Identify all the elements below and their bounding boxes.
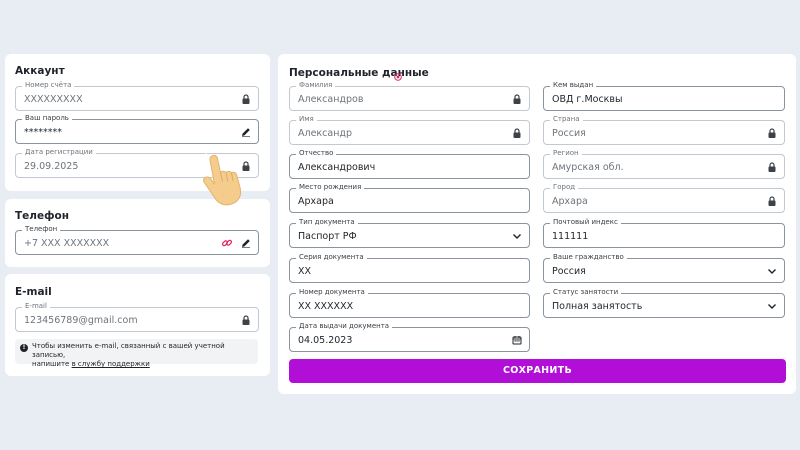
password-value: ******** (24, 127, 62, 138)
postal-code-value: 111111 (552, 231, 589, 242)
region-field[interactable]: Регион Амурская обл. (543, 149, 785, 179)
city-label: Город (550, 183, 579, 192)
account-number-label: Номер счёта (22, 81, 75, 90)
city-value: Архара (552, 196, 588, 207)
personal-data-title: Персональные данные (289, 67, 429, 79)
employment-status-value: Полная занятость (552, 301, 643, 312)
email-title: E-mail (15, 286, 52, 298)
support-link[interactable]: в службу поддержки (72, 360, 150, 368)
document-series-field[interactable]: Серия документа XX (289, 253, 530, 283)
employment-status-label: Статус занятости (550, 288, 622, 297)
birthplace-field[interactable]: Место рождения Архара (289, 183, 530, 213)
lock-icon (766, 195, 778, 207)
document-type-select[interactable]: Тип документа Паспорт РФ (289, 218, 530, 248)
lock-icon (511, 127, 523, 139)
lock-icon (766, 161, 778, 173)
chevron-down-icon[interactable] (766, 265, 778, 277)
pencil-icon[interactable] (240, 126, 252, 138)
citizenship-label: Ваше гражданство (550, 253, 627, 262)
chevron-down-icon[interactable] (511, 230, 523, 242)
birthplace-label: Место рождения (296, 183, 365, 192)
lock-icon (511, 93, 523, 105)
password-field[interactable]: Ваш пароль ******** (15, 114, 259, 144)
pencil-icon[interactable] (240, 237, 252, 249)
patronymic-field[interactable]: Отчество Александрович (289, 149, 530, 179)
employment-status-select[interactable]: Статус занятости Полная занятость (543, 288, 785, 318)
surname-value: Александров (298, 94, 364, 105)
country-value: Россия (552, 128, 586, 139)
issued-by-label: Кем выдан (550, 81, 597, 90)
issued-by-value: ОВД г.Москвы (552, 94, 623, 105)
document-series-label: Серия документа (296, 253, 367, 262)
region-label: Регион (550, 149, 582, 158)
email-label: E-mail (22, 302, 50, 311)
password-label: Ваш пароль (22, 114, 72, 123)
birthplace-value: Архара (298, 196, 334, 207)
chevron-down-icon[interactable] (766, 300, 778, 312)
name-label: Имя (296, 115, 317, 124)
citizenship-select[interactable]: Ваше гражданство Россия (543, 253, 785, 283)
email-change-note: ! Чтобы изменить e-mail, связанный с ваш… (15, 339, 258, 368)
email-note-text: Чтобы изменить e-mail, связанный с вашей… (32, 342, 225, 368)
registration-date-value: 29.09.2025 (24, 161, 79, 172)
patronymic-label: Отчество (296, 149, 337, 158)
issued-by-field[interactable]: Кем выдан ОВД г.Москвы (543, 81, 785, 111)
postal-code-label: Почтовый индекс (550, 218, 621, 227)
document-type-value: Паспорт РФ (298, 231, 357, 242)
country-field[interactable]: Страна Россия (543, 115, 785, 145)
document-number-field[interactable]: Номер документа XX XXXXXX (289, 288, 530, 318)
phone-label: Телефон (22, 225, 61, 234)
region-value: Амурская обл. (552, 162, 624, 173)
phone-title: Телефон (15, 210, 69, 222)
citizenship-value: Россия (552, 266, 586, 277)
info-icon: ! (20, 344, 28, 352)
document-number-label: Номер документа (296, 288, 368, 297)
city-field[interactable]: Город Архара (543, 183, 785, 213)
postal-code-field[interactable]: Почтовый индекс 111111 (543, 218, 785, 248)
name-value: Александр (298, 128, 353, 139)
email-value: 123456789@gmail.com (24, 315, 138, 326)
document-number-value: XX XXXXXX (298, 301, 354, 312)
document-date-value: 04.05.2023 (298, 335, 353, 346)
email-field[interactable]: E-mail 123456789@gmail.com (15, 302, 259, 332)
surname-field[interactable]: Фамилия Александров (289, 81, 530, 111)
patronymic-value: Александрович (298, 162, 376, 173)
account-title: Аккаунт (15, 65, 65, 77)
hand-pointer-icon (199, 153, 242, 206)
phone-value: +7 XXX XXXXXXX (24, 238, 110, 249)
calendar-icon[interactable] (511, 334, 523, 346)
account-number-value: XXXXXXXXX (24, 94, 83, 105)
account-number-field[interactable]: Номер счёта XXXXXXXXX (15, 81, 259, 111)
country-label: Страна (550, 115, 583, 124)
registration-date-label: Дата регистрации (22, 148, 96, 157)
save-button[interactable]: СОХРАНИТЬ (289, 359, 786, 383)
phone-field[interactable]: Телефон +7 XXX XXXXXXX (15, 225, 259, 255)
document-type-label: Тип документа (296, 218, 358, 227)
link-icon[interactable] (221, 237, 233, 249)
lock-icon (240, 93, 252, 105)
document-date-label: Дата выдачи документа (296, 322, 393, 331)
document-series-value: XX (298, 266, 312, 277)
lock-icon (240, 314, 252, 326)
document-date-field[interactable]: Дата выдачи документа 04.05.2023 (289, 322, 530, 352)
surname-label: Фамилия (296, 81, 336, 90)
name-field[interactable]: Имя Александр (289, 115, 530, 145)
required-icon (394, 66, 402, 81)
lock-icon (766, 127, 778, 139)
